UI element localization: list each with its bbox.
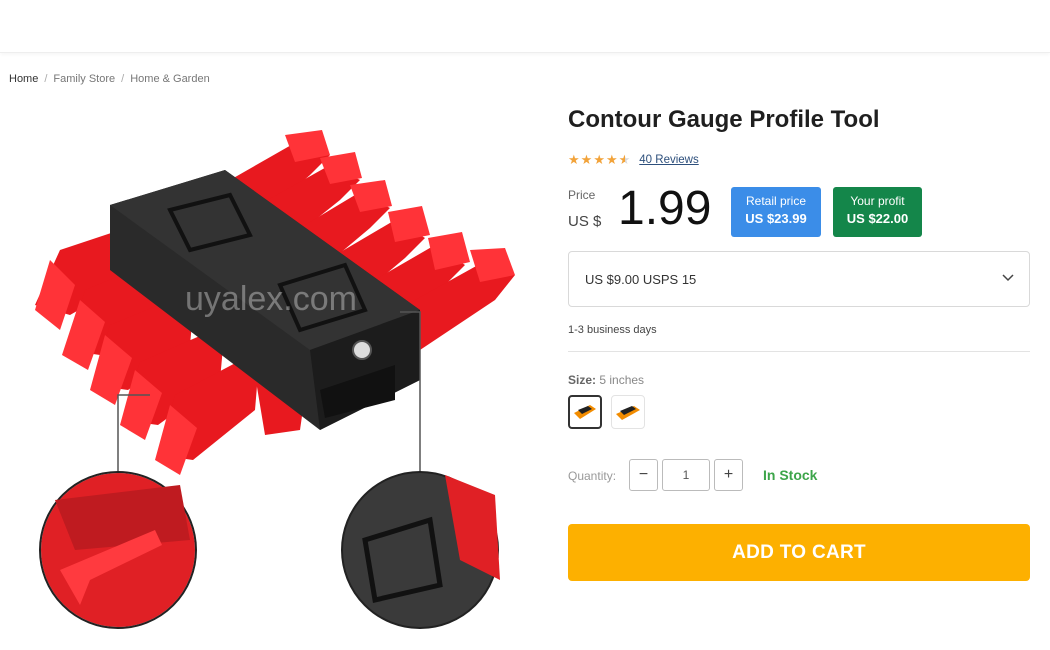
contour-gauge-thumbnail-icon (574, 405, 596, 419)
retail-price-label: Retail price (745, 194, 807, 208)
breadcrumb: Home / Family Store / Home & Garden (9, 73, 210, 85)
rating-stars: ★ ★ ★ ★ ★ (568, 153, 630, 166)
product-rating: ★ ★ ★ ★ ★ 40 Reviews (568, 153, 699, 166)
size-selector-label: Size: 5 inches (568, 373, 644, 387)
chevron-down-icon (1001, 270, 1015, 289)
shipping-selected-value: US $9.00 USPS 15 (585, 272, 697, 287)
star-icon: ★ (605, 152, 618, 167)
retail-price-value: US $23.99 (745, 211, 807, 226)
stock-status: In Stock (763, 467, 818, 483)
profit-label: Your profit (850, 194, 905, 208)
price-block: Price US $ (568, 188, 601, 230)
star-half-icon: ★ (618, 152, 631, 167)
price-amount: 1.99 (618, 182, 712, 235)
delivery-time: 1-3 business days (568, 324, 657, 336)
price-currency: US $ (568, 213, 602, 230)
quantity-label: Quantity: (568, 469, 617, 483)
breadcrumb-separator: / (121, 73, 125, 85)
divider (568, 351, 1030, 352)
quantity-decrease-button[interactable]: − (629, 459, 658, 491)
product-image[interactable]: uyalex.com (0, 100, 540, 645)
profit-badge: Your profit US $22.00 (833, 187, 922, 237)
detail-circle-right (341, 471, 500, 629)
quantity-input[interactable] (662, 459, 710, 491)
breadcrumb-home-garden[interactable]: Home & Garden (130, 73, 209, 85)
watermark: uyalex.com (185, 280, 357, 318)
shipping-method-select[interactable]: US $9.00 USPS 15 (568, 251, 1030, 307)
size-value: 5 inches (599, 373, 645, 387)
quantity-increase-button[interactable]: + (714, 459, 743, 491)
star-icon: ★ (580, 152, 593, 167)
product-title: Contour Gauge Profile Tool (568, 106, 880, 133)
size-swatch-option[interactable] (611, 395, 645, 429)
add-to-cart-button[interactable]: ADD TO CART (568, 524, 1030, 581)
profit-value: US $22.00 (846, 211, 909, 226)
breadcrumb-separator: / (44, 73, 48, 85)
price-label: Price (568, 188, 596, 202)
breadcrumb-family-store[interactable]: Family Store (53, 73, 115, 85)
size-swatch-5-inches[interactable] (568, 395, 602, 429)
size-label: Size: (568, 373, 597, 387)
star-icon: ★ (568, 152, 580, 167)
breadcrumb-home[interactable]: Home (9, 73, 38, 85)
detail-circle-left (39, 471, 197, 629)
retail-price-badge: Retail price US $23.99 (731, 187, 821, 237)
reviews-link[interactable]: 40 Reviews (639, 154, 698, 166)
contour-gauge-thumbnail-icon (616, 406, 640, 420)
star-icon: ★ (593, 152, 605, 167)
top-header-bar (0, 0, 1050, 53)
